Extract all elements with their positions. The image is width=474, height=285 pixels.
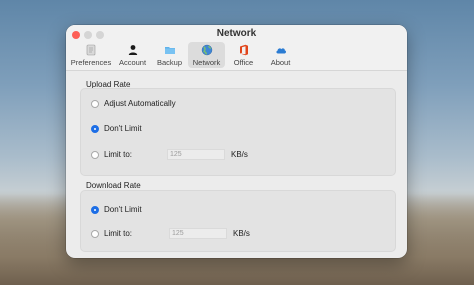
download-limit-field[interactable]: 125 xyxy=(169,228,227,239)
download-rate-heading: Download Rate xyxy=(86,181,141,190)
tab-network-label: Network xyxy=(192,58,221,67)
download-unit-label: KB/s xyxy=(233,229,250,238)
tab-preferences-label: Preferences xyxy=(70,58,112,67)
tab-office[interactable]: Office xyxy=(225,42,262,68)
upload-limit-field[interactable]: 125 xyxy=(167,149,225,160)
cloud-icon xyxy=(275,48,286,54)
download-limit-radio[interactable] xyxy=(91,229,99,238)
upload-limit-to-option[interactable]: Limit to: xyxy=(91,150,132,159)
tab-account-label: Account xyxy=(118,58,147,67)
upload-adjust-radio[interactable] xyxy=(91,99,99,108)
account-icon xyxy=(128,45,137,55)
upload-dont-limit-radio[interactable] xyxy=(91,124,99,133)
tab-backup-label: Backup xyxy=(156,58,183,67)
download-limit-to-option[interactable]: Limit to: xyxy=(91,229,132,238)
download-dont-limit-radio[interactable] xyxy=(91,205,99,214)
office-icon xyxy=(239,44,248,56)
tab-network[interactable]: Network xyxy=(188,42,225,68)
upload-dont-limit-label: Don't Limit xyxy=(104,124,142,133)
tab-office-label: Office xyxy=(233,58,254,67)
upload-limit-radio[interactable] xyxy=(91,150,99,159)
download-rate-group: Don't Limit Limit to: 125 KB/s xyxy=(80,190,396,252)
tab-account[interactable]: Account xyxy=(114,42,151,68)
upload-limit-label: Limit to: xyxy=(104,150,133,159)
tab-preferences[interactable]: Preferences xyxy=(68,42,114,68)
upload-dont-limit-option[interactable]: Don't Limit xyxy=(91,124,142,133)
window-title: Network xyxy=(216,28,257,39)
network-preferences-window: Network Preferences Account Backup Netwo… xyxy=(66,25,407,258)
tab-backup[interactable]: Backup xyxy=(151,42,188,68)
preferences-icon xyxy=(86,44,96,56)
download-limit-label: Limit to: xyxy=(104,229,133,238)
upload-rate-group: Adjust Automatically Don't Limit Limit t… xyxy=(80,88,396,176)
title-bar: Network Preferences Account Backup Netwo… xyxy=(66,25,407,71)
upload-unit-label: KB/s xyxy=(231,150,248,159)
upload-adjust-automatically-option[interactable]: Adjust Automatically xyxy=(91,99,176,108)
tab-about-label: About xyxy=(270,58,291,67)
upload-adjust-label: Adjust Automatically xyxy=(104,99,176,108)
globe-icon xyxy=(201,44,212,56)
preferences-toolbar: Preferences Account Backup Network Offic… xyxy=(68,42,299,69)
folder-icon xyxy=(164,47,175,54)
tab-about[interactable]: About xyxy=(262,42,299,68)
download-dont-limit-option[interactable]: Don't Limit xyxy=(91,205,142,214)
download-dont-limit-label: Don't Limit xyxy=(104,205,142,214)
